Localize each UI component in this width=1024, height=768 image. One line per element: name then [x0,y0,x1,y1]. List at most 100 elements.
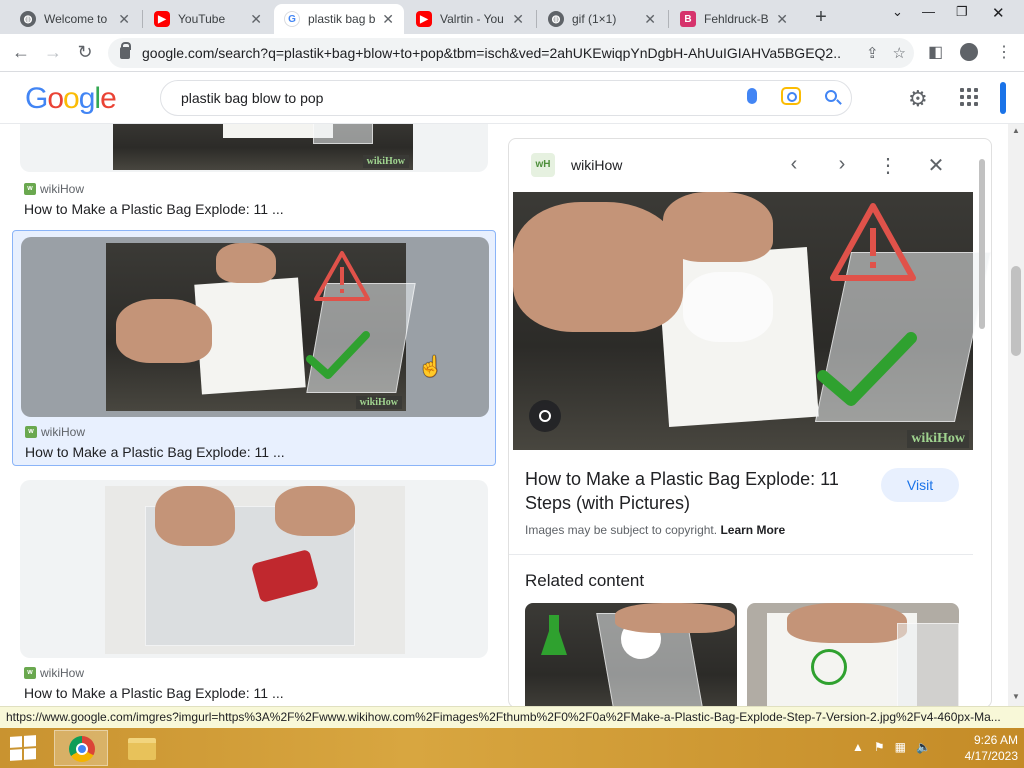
google-icon: G [284,11,300,27]
green-checkmark-icon [817,332,917,406]
status-bar-url: https://www.google.com/imgres?imgurl=htt… [0,706,1024,728]
previous-chevron-icon[interactable]: ‹ [783,153,805,176]
scrollbar-thumb[interactable] [1011,266,1021,356]
side-panel-icon[interactable]: ◧ [928,42,943,62]
tab-valrtin[interactable]: ▶ Valrtin - You ✕ [406,4,534,34]
image-preview-panel: wH wikiHow ‹ › ⋮ ✕ wikiHow How to Make a… [508,138,992,708]
result-thumbnail-container[interactable]: wikiHow [20,124,488,172]
tab-title: Welcome to [44,12,108,26]
result-title[interactable]: How to Make a Plastic Bag Explode: 11 ..… [25,444,285,460]
address-bar[interactable]: google.com/search?q=plastik+bag+blow+to+… [108,38,914,68]
visit-button[interactable]: Visit [881,468,959,502]
image-result-card[interactable]: wikiHow w wikiHow How to Make a Plastic … [12,124,496,224]
result-source[interactable]: w wikiHow [25,425,85,439]
search-box[interactable]: plastik bag blow to pop [160,80,852,116]
volume-icon[interactable]: 🔈 [916,740,931,754]
result-title[interactable]: How to Make a Plastic Bag Explode: 11 ..… [24,201,284,217]
close-tab-icon[interactable]: ✕ [512,11,524,28]
taskbar-chrome[interactable] [54,730,108,766]
result-thumbnail-container[interactable] [20,480,488,658]
copyright-notice: Images may be subject to copyright. Lear… [525,523,785,537]
divider [509,554,973,555]
close-tab-icon[interactable]: ✕ [382,11,394,28]
tab-divider [668,10,669,28]
show-hidden-icons-arrow-icon[interactable]: ▲ [852,740,864,754]
close-tab-icon[interactable]: ✕ [118,11,130,28]
new-tab-button[interactable]: + [810,6,832,29]
clock-time: 9:26 AM [973,733,1018,747]
tab-fehldruck[interactable]: B Fehldruck-B ✕ [670,4,798,34]
menu-kebab-icon[interactable]: ⋮ [996,42,1012,62]
taskbar-clock[interactable]: 9:26 AM 4/17/2023 [948,732,1018,764]
learn-more-link[interactable]: Learn More [720,523,785,537]
image-result-card-selected[interactable]: wikiHow w wikiHow How to Make a Plastic … [12,230,496,466]
windows-start-icon[interactable] [10,735,36,761]
bookmark-star-icon[interactable]: ☆ [893,44,906,62]
action-center-flag-icon[interactable]: ⚑ [874,740,885,754]
tab-search-chevron-icon[interactable]: ⌄ [892,4,903,20]
preview-image[interactable]: wikiHow [513,192,991,450]
result-source[interactable]: w wikiHow [24,666,84,680]
tab-strip: ◍ Welcome to ✕ ▶ YouTube ✕ G plastik bag… [0,0,1024,34]
close-tab-icon[interactable]: ✕ [776,11,788,28]
tab-title: gif (1×1) [572,12,617,26]
next-chevron-icon[interactable]: › [831,153,853,176]
close-preview-icon[interactable]: ✕ [925,153,947,178]
preview-scrollbar[interactable] [977,153,987,707]
microphone-icon[interactable] [747,88,757,104]
close-window-button[interactable]: ✕ [992,4,1005,22]
sign-in-button[interactable] [1000,82,1006,114]
tab-divider [142,10,143,28]
page-scrollbar[interactable]: ▲ ▼ [1008,124,1024,706]
google-logo[interactable]: Google [25,82,117,116]
reload-icon[interactable]: ↻ [74,42,96,63]
globe-icon: ◍ [20,11,36,27]
image-results-list: wikiHow w wikiHow How to Make a Plastic … [0,124,506,706]
warning-triangle-icon [314,251,370,301]
google-lens-icon[interactable] [781,87,801,105]
result-source-label: wikiHow [41,425,86,439]
minimize-button[interactable]: — [922,4,935,19]
tab-google-search[interactable]: G plastik bag b ✕ [274,4,404,34]
folder-icon [128,738,156,760]
result-source[interactable]: w wikiHow [24,182,84,196]
close-tab-icon[interactable]: ✕ [250,11,262,28]
result-thumbnail-container[interactable]: wikiHow [21,237,489,417]
scroll-up-arrow-icon[interactable]: ▲ [1012,126,1020,135]
result-title[interactable]: How to Make a Plastic Bag Explode: 11 ..… [24,685,284,701]
search-icon[interactable] [825,90,837,102]
lens-search-icon[interactable] [529,400,561,432]
settings-gear-icon[interactable]: ⚙ [908,86,928,112]
related-image[interactable] [747,603,959,707]
image-result-card[interactable]: w wikiHow How to Make a Plastic Bag Expl… [12,480,496,706]
preview-source-name[interactable]: wikiHow [571,157,622,173]
close-tab-icon[interactable]: ✕ [644,11,656,28]
result-thumbnail[interactable] [105,486,405,654]
url-text[interactable]: google.com/search?q=plastik+bag+blow+to+… [142,45,842,61]
more-options-icon[interactable]: ⋮ [877,153,899,178]
lock-icon[interactable] [120,42,131,59]
tab-youtube[interactable]: ▶ YouTube ✕ [144,4,272,34]
google-header: Google plastik bag blow to pop ⚙ [0,72,1024,124]
search-input[interactable]: plastik bag blow to pop [181,90,323,106]
taskbar-file-explorer[interactable] [114,730,168,766]
wikihow-watermark: wikiHow [907,430,969,448]
result-thumbnail[interactable]: wikiHow [113,124,413,170]
flask-icon [541,615,567,655]
wikihow-favicon-icon: w [24,667,36,679]
forward-arrow-icon[interactable]: → [42,42,64,63]
related-image[interactable] [525,603,737,707]
wikihow-logo-icon: wH [531,153,555,177]
apps-grid-icon[interactable] [960,88,978,106]
preview-title[interactable]: How to Make a Plastic Bag Explode: 11 St… [525,467,845,515]
share-icon[interactable]: ⇪ [866,44,879,62]
wikihow-watermark: wikiHow [355,396,402,409]
scroll-down-arrow-icon[interactable]: ▼ [1012,692,1020,701]
tab-welcome[interactable]: ◍ Welcome to ✕ [10,4,140,34]
profile-avatar-icon[interactable] [960,43,978,61]
network-icon[interactable]: ▦ [895,740,906,754]
tab-gif[interactable]: ◍ gif (1×1) ✕ [538,4,666,34]
back-arrow-icon[interactable]: ← [10,42,32,63]
restore-button[interactable]: ❐ [956,4,968,20]
result-thumbnail[interactable]: wikiHow [106,243,416,411]
